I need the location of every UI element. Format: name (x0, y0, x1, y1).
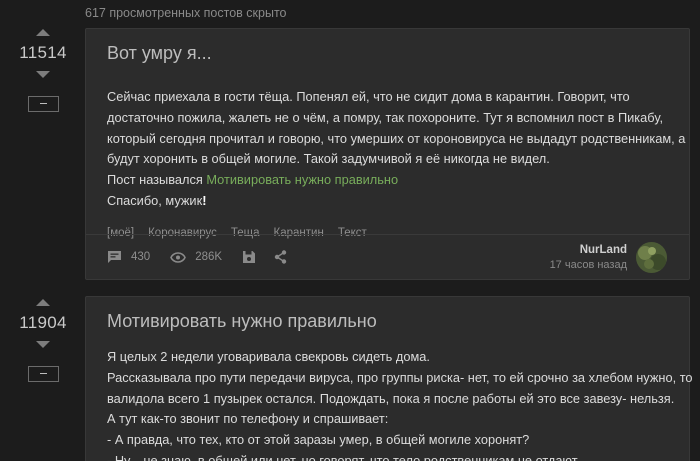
upvote-arrow-icon[interactable] (36, 29, 50, 36)
rating-panel: 11904 (0, 299, 86, 382)
story-text-line: Спасибо, мужик! (107, 191, 668, 212)
downvote-arrow-icon[interactable] (36, 341, 50, 348)
story-content: Я целых 2 недели уговаривала свекровь си… (86, 332, 693, 461)
story-footer: 430 286K NurLand 17 часов назад (86, 234, 689, 279)
linked-post-link[interactable]: Мотивировать нужно правильно (206, 172, 398, 187)
story-text-line: - А правда, что тех, кто от этой заразы … (107, 432, 530, 448)
author-name[interactable]: NurLand (550, 244, 627, 256)
comments-button[interactable]: 430 (107, 250, 150, 264)
link-prefix: Пост назывался (107, 172, 207, 188)
author-avatar[interactable] (636, 242, 667, 273)
collapse-post-button[interactable] (27, 96, 59, 112)
closing-text: Спасибо, мужик (107, 192, 203, 208)
avatar-image (636, 242, 667, 273)
share-button[interactable] (274, 250, 287, 264)
views-count: 286K (195, 251, 223, 263)
rating-value: 11904 (19, 313, 67, 332)
share-icon (274, 250, 287, 264)
story-text-line: достаточно пожила, жалеть не о чём, а по… (107, 109, 664, 125)
views-stat: 286K (170, 251, 222, 263)
story-card: Вот умру я... Сейчас приехала в гости тё… (85, 28, 690, 280)
story-text-line: Пост назывался Мотивировать нужно правил… (107, 170, 668, 191)
upvote-arrow-icon[interactable] (36, 299, 50, 306)
eye-icon (170, 251, 187, 263)
comment-icon (108, 251, 121, 263)
story-text-line: Рассказывала про пути передачи вируса, п… (107, 369, 693, 385)
story-title[interactable]: Вот умру я... (86, 29, 689, 64)
comments-count: 430 (131, 251, 151, 263)
collapse-post-button[interactable] (27, 366, 59, 382)
story-text-line: валидола всего 1 пузырек остался. Подожд… (107, 390, 675, 406)
story-text-line: А тут как-то звонит по телефону и спраши… (107, 411, 389, 427)
save-button[interactable] (242, 250, 256, 264)
hidden-posts-note[interactable]: 617 просмотренных постов скрыто (85, 6, 286, 20)
story-text-line: Я целых 2 недели уговаривала свекровь си… (107, 349, 430, 364)
story-text-line: Сейчас приехала в гости тёща. Попенял ей… (107, 89, 630, 104)
rating-value: 11514 (19, 43, 67, 62)
author-info: NurLand 17 часов назад (550, 244, 627, 271)
post-time: 17 часов назад (549, 259, 627, 271)
story-card: Мотивировать нужно правильно Я целых 2 н… (85, 296, 693, 461)
story-text-line: - Ну... не знаю, в общей или нет, но гов… (107, 452, 580, 461)
story-text-line: который сегодня прочитал и говорю, что у… (107, 130, 686, 146)
rating-panel: 11514 (0, 29, 86, 112)
story-title[interactable]: Мотивировать нужно правильно (86, 297, 689, 332)
exclamation-mark: ! (202, 192, 207, 208)
story-text-line: будут хоронить в общей могиле. Такой зад… (107, 151, 550, 167)
downvote-arrow-icon[interactable] (36, 71, 50, 78)
save-icon (243, 251, 256, 263)
story-content: Сейчас приехала в гости тёща. Попенял ей… (86, 64, 689, 212)
